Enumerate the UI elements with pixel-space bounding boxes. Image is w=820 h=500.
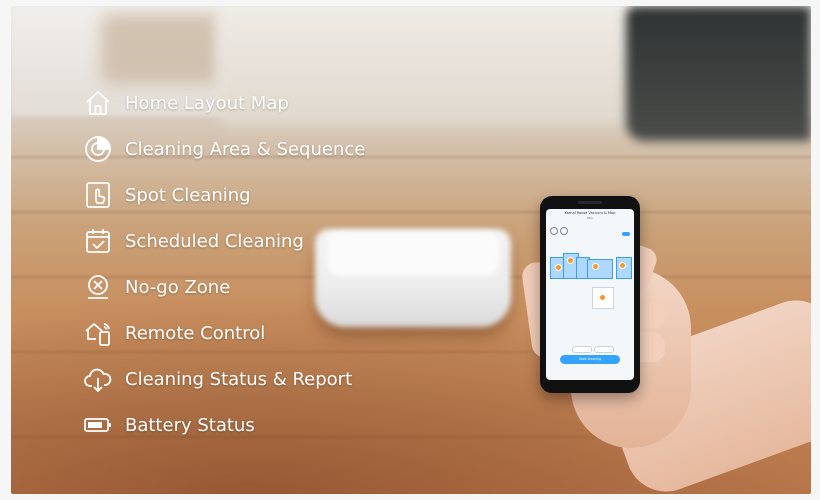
map-chip[interactable] (572, 346, 592, 353)
app-subtitle: Min (587, 216, 593, 220)
robot-vacuum-top (327, 232, 499, 276)
remote-control-icon (83, 318, 113, 348)
background-dark-chair (626, 6, 811, 141)
no-go-zone-icon (83, 272, 113, 302)
home-icon (83, 88, 113, 118)
feature-item-spot-cleaning: Spot Cleaning (83, 178, 251, 212)
feature-label: No-go Zone (125, 276, 231, 298)
feature-label: Cleaning Status & Report (125, 368, 353, 390)
feature-item-home-layout-map: Home Layout Map (83, 86, 289, 120)
target-area-icon (83, 134, 113, 164)
cloud-report-icon (83, 364, 113, 394)
feature-label: Spot Cleaning (125, 184, 251, 206)
feature-label: Scheduled Cleaning (125, 230, 304, 252)
status-icon (550, 227, 558, 235)
feature-item-scheduled-cleaning: Scheduled Cleaning (83, 224, 304, 258)
mode-toggle[interactable] (622, 232, 630, 236)
feature-label: Remote Control (125, 322, 266, 344)
app-screen: Kamal Robot Vacuum & Mop Min Start clean… (546, 209, 634, 380)
start-cleaning-button[interactable]: Start cleaning (560, 355, 620, 364)
phone-notch (578, 201, 602, 204)
spot-touch-icon (83, 180, 113, 210)
feature-label: Cleaning Area & Sequence (125, 138, 366, 160)
status-icon (560, 227, 568, 235)
feature-label: Home Layout Map (125, 92, 289, 114)
calendar-icon (83, 226, 113, 256)
smartphone: Kamal Robot Vacuum & Mop Min Start clean… (540, 196, 640, 393)
feature-item-no-go-zone: No-go Zone (83, 270, 230, 304)
feature-item-cleaning-area: Cleaning Area & Sequence (83, 132, 365, 166)
map-chip[interactable] (594, 346, 614, 353)
product-photo: Home Layout Map Cleaning Area & Sequence… (11, 6, 811, 494)
map-room[interactable] (587, 259, 613, 279)
map-pin (619, 262, 626, 269)
map-pin (555, 264, 562, 271)
feature-label: Battery Status (125, 414, 255, 436)
app-status-row (550, 227, 630, 239)
map-pin (599, 294, 606, 301)
map-pin (567, 257, 574, 264)
feature-item-remote-control: Remote Control (83, 316, 265, 350)
map-pin (592, 263, 599, 270)
battery-icon (83, 410, 113, 440)
background-chair (101, 14, 221, 84)
feature-item-cleaning-status: Cleaning Status & Report (83, 362, 352, 396)
feature-item-battery-status: Battery Status (83, 408, 255, 442)
